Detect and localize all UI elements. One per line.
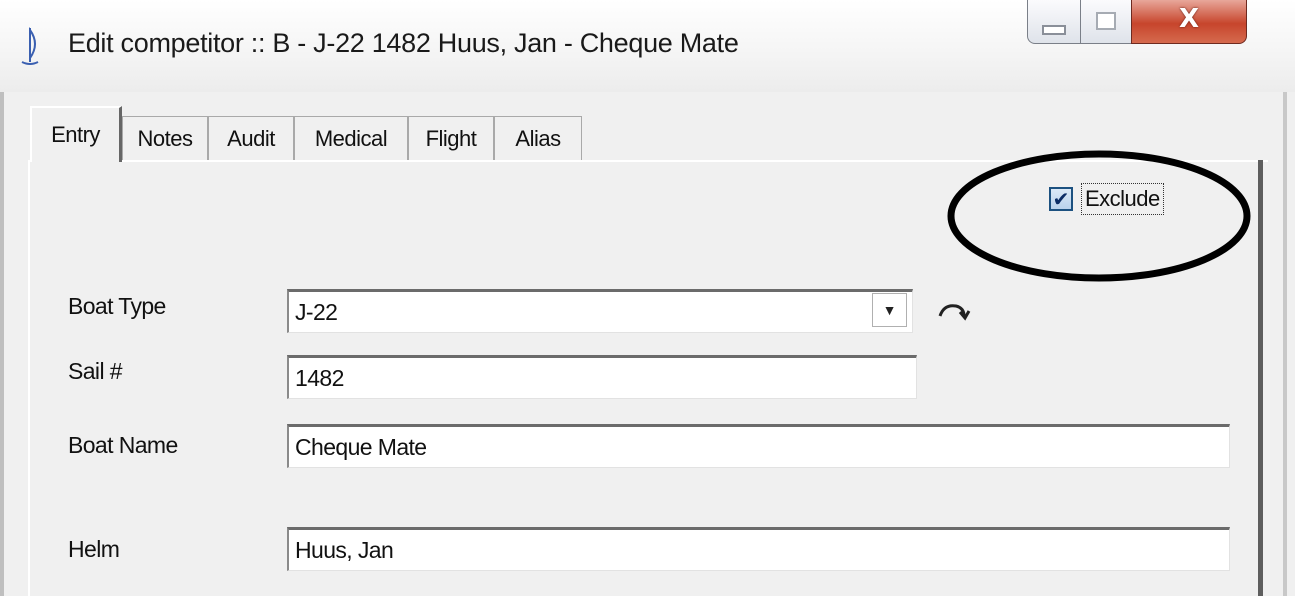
sail-number-field[interactable]: 1482 — [287, 355, 917, 399]
sail-number-label: Sail # — [68, 358, 123, 384]
refresh-icon[interactable] — [934, 298, 974, 326]
tab-entry[interactable]: Entry — [30, 106, 122, 162]
tab-label: Medical — [314, 125, 388, 151]
window-left-border — [0, 92, 4, 596]
maximize-button[interactable] — [1080, 0, 1132, 44]
tab-label: Alias — [515, 125, 561, 151]
tab-alias[interactable]: Alias — [494, 116, 582, 160]
boat-type-value: J-22 — [295, 298, 338, 325]
tab-panel-top-edge — [28, 160, 1268, 162]
boat-name-value: Cheque Mate — [295, 433, 427, 460]
check-icon: ✔ — [1052, 187, 1070, 211]
edit-competitor-window: Edit competitor :: B - J-22 1482 Huus, J… — [0, 0, 1295, 596]
tab-panel-right-edge — [1258, 160, 1263, 596]
minimize-button[interactable] — [1027, 0, 1081, 44]
helm-label: Helm — [68, 536, 120, 562]
close-button[interactable]: X — [1131, 0, 1247, 44]
tab-flight[interactable]: Flight — [408, 116, 494, 160]
sail-number-value: 1482 — [295, 364, 344, 391]
exclude-checkbox[interactable]: ✔ Exclude — [1049, 180, 1164, 218]
tab-medical[interactable]: Medical — [294, 116, 408, 160]
boat-type-select[interactable]: J-22 — [287, 289, 913, 333]
tab-label: Entry — [51, 122, 100, 147]
boat-type-dropdown-button[interactable]: ▼ — [872, 293, 907, 327]
tab-label: Audit — [227, 125, 275, 151]
boat-type-label: Boat Type — [68, 293, 166, 319]
tab-panel-left-edge — [28, 160, 30, 596]
close-icon: X — [1178, 3, 1200, 34]
exclude-checkbox-box[interactable]: ✔ — [1049, 187, 1073, 211]
helm-value: Huus, Jan — [295, 536, 394, 563]
window-title: Edit competitor :: B - J-22 1482 Huus, J… — [68, 28, 739, 58]
tab-audit[interactable]: Audit — [208, 116, 294, 160]
boat-name-label: Boat Name — [68, 432, 178, 458]
minimize-icon — [1042, 24, 1066, 35]
maximize-icon — [1096, 11, 1116, 30]
boat-name-field[interactable]: Cheque Mate — [287, 424, 1230, 468]
window-right-border — [1283, 92, 1287, 596]
tab-label: Flight — [425, 125, 477, 151]
chevron-down-icon: ▼ — [882, 302, 897, 318]
client-area — [0, 92, 1295, 596]
tab-notes[interactable]: Notes — [122, 116, 208, 160]
title-bar[interactable]: Edit competitor :: B - J-22 1482 Huus, J… — [0, 0, 1295, 92]
tab-label: Notes — [137, 125, 193, 151]
exclude-label[interactable]: Exclude — [1081, 183, 1164, 215]
helm-field[interactable]: Huus, Jan — [287, 527, 1230, 571]
sailboat-icon — [21, 26, 39, 65]
